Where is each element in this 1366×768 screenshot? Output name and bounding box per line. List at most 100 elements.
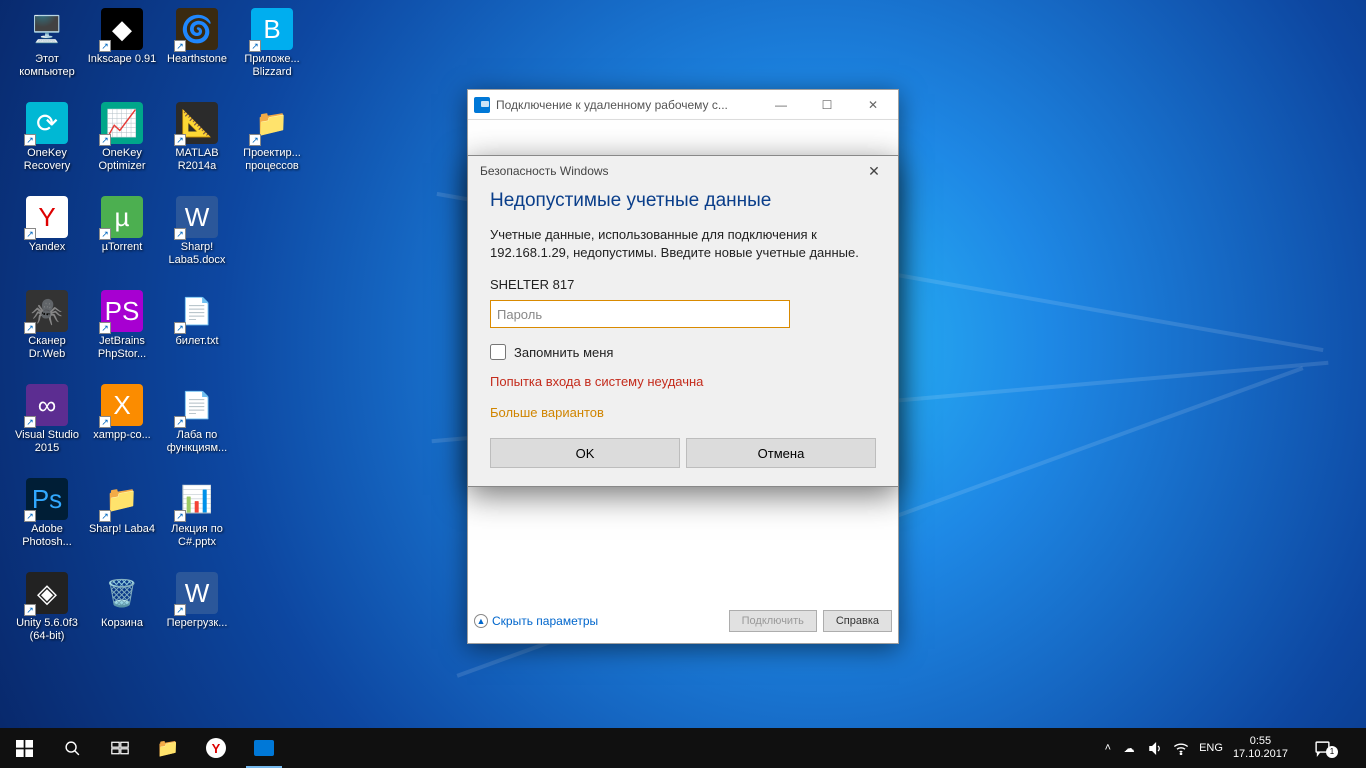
clock-date: 17.10.2017 <box>1233 748 1288 761</box>
taskbar-app-explorer[interactable]: 📁 <box>144 728 192 768</box>
start-button[interactable] <box>0 728 48 768</box>
icon-label: Yandex <box>10 241 84 254</box>
icon-label: Перегрузк... <box>160 617 234 630</box>
cred-description: Учетные данные, использованные для подкл… <box>490 226 876 261</box>
taskbar: 📁 Y ˄ ☁ ENG 0:55 17.10.2017 1 <box>0 728 1366 768</box>
icon-label: Сканер Dr.Web <box>10 335 84 360</box>
ok-button[interactable]: OK <box>490 438 680 468</box>
desktop-icon[interactable]: 🕷️↗Сканер Dr.Web <box>10 290 84 360</box>
app-icon: 🗑️ <box>101 572 143 614</box>
app-icon: PS↗ <box>101 290 143 332</box>
shortcut-arrow-icon: ↗ <box>99 510 111 522</box>
rdp-title-text: Подключение к удаленному рабочему с... <box>496 98 758 112</box>
desktop-icon[interactable]: 📈↗ OneKey Optimizer <box>85 102 159 172</box>
hide-params-link[interactable]: ▲ Скрыть параметры <box>474 614 598 628</box>
icon-label: Приложе... Blizzard <box>235 53 309 78</box>
shortcut-arrow-icon: ↗ <box>174 40 186 52</box>
desktop-icon[interactable]: X↗xampp-co... <box>85 384 159 442</box>
icon-label: Sharp! Laba4 <box>85 523 159 536</box>
volume-icon[interactable] <box>1147 740 1163 756</box>
action-center-button[interactable]: 1 <box>1298 740 1346 757</box>
desktop-icon[interactable]: 📁↗Проектир... процессов <box>235 102 309 172</box>
desktop-icon[interactable]: 🖥️Этот компьютер <box>10 8 84 78</box>
shortcut-arrow-icon: ↗ <box>99 40 111 52</box>
notification-badge: 1 <box>1326 746 1338 758</box>
taskbar-app-yandex[interactable]: Y <box>192 728 240 768</box>
folder-icon: 📁 <box>157 738 179 759</box>
connect-button[interactable]: Подключить <box>729 610 817 632</box>
help-button[interactable]: Справка <box>823 610 892 632</box>
desktop-icon[interactable]: Ps↗Adobe Photosh... <box>10 478 84 548</box>
app-icon: 🌀↗ <box>176 8 218 50</box>
cancel-button[interactable]: Отмена <box>686 438 876 468</box>
desktop-icon[interactable]: ◈↗Unity 5.6.0f3 (64-bit) <box>10 572 84 642</box>
task-view-button[interactable] <box>96 728 144 768</box>
desktop-icon[interactable]: 📄↗билет.txt <box>160 290 234 348</box>
desktop-icon[interactable]: ⟳↗OneKey Recovery <box>10 102 84 172</box>
shortcut-arrow-icon: ↗ <box>24 510 36 522</box>
desktop-icon[interactable]: 📄↗Лаба по функциям... <box>160 384 234 454</box>
shortcut-arrow-icon: ↗ <box>174 134 186 146</box>
language-indicator[interactable]: ENG <box>1199 742 1223 754</box>
shortcut-arrow-icon: ↗ <box>24 322 36 334</box>
desktop-icon[interactable]: 📐↗MATLAB R2014a <box>160 102 234 172</box>
app-icon: 🖥️ <box>26 8 68 50</box>
icon-label: Проектир... процессов <box>235 147 309 172</box>
shortcut-arrow-icon: ↗ <box>99 322 111 334</box>
desktop-icon[interactable]: W↗Sharp! Laba5.docx <box>160 196 234 266</box>
app-icon: W↗ <box>176 572 218 614</box>
desktop-icon[interactable]: 🗑️Корзина <box>85 572 159 630</box>
shortcut-arrow-icon: ↗ <box>249 134 261 146</box>
password-input[interactable] <box>490 300 790 328</box>
cred-titlebar[interactable]: Безопасность Windows ✕ <box>468 156 898 186</box>
onedrive-icon[interactable]: ☁ <box>1121 740 1137 756</box>
icon-label: xampp-co... <box>85 429 159 442</box>
chevron-up-icon: ▲ <box>474 614 488 628</box>
app-icon: W↗ <box>176 196 218 238</box>
app-icon: 📁↗ <box>101 478 143 520</box>
shortcut-arrow-icon: ↗ <box>174 416 186 428</box>
desktop-icon[interactable]: µ↗µTorrent <box>85 196 159 254</box>
wifi-icon[interactable] <box>1173 740 1189 756</box>
remember-checkbox[interactable] <box>490 344 506 360</box>
desktop-icon[interactable]: 🌀↗Hearthstone <box>160 8 234 66</box>
login-error: Попытка входа в систему неудачна <box>490 374 876 389</box>
close-button[interactable]: ✕ <box>852 157 896 185</box>
desktop-icon[interactable]: Y↗Yandex <box>10 196 84 254</box>
cred-username: SHELTER 817 <box>490 277 876 292</box>
shortcut-arrow-icon: ↗ <box>249 40 261 52</box>
close-button[interactable]: ✕ <box>850 91 896 119</box>
cred-titlebar-text: Безопасность Windows <box>480 164 852 178</box>
more-options-link[interactable]: Больше вариантов <box>490 405 876 420</box>
yandex-icon: Y <box>206 738 226 758</box>
search-button[interactable] <box>48 728 96 768</box>
rdp-titlebar[interactable]: Подключение к удаленному рабочему с... —… <box>468 90 898 120</box>
icon-label: Adobe Photosh... <box>10 523 84 548</box>
remember-label: Запомнить меня <box>514 345 613 360</box>
remember-me[interactable]: Запомнить меня <box>490 344 876 360</box>
desktop-icon[interactable]: PS↗ JetBrains PhpStor... <box>85 290 159 360</box>
hide-params-label: Скрыть параметры <box>492 614 598 628</box>
cred-heading: Недопустимые учетные данные <box>490 190 876 212</box>
icon-label: OneKey Optimizer <box>85 147 159 172</box>
desktop-icon[interactable]: B↗ Приложе... Blizzard <box>235 8 309 78</box>
taskbar-app-rdp[interactable] <box>240 728 288 768</box>
icon-label: MATLAB R2014a <box>160 147 234 172</box>
shortcut-arrow-icon: ↗ <box>174 228 186 240</box>
app-icon: 📄↗ <box>176 384 218 426</box>
desktop-icon[interactable]: ∞↗Visual Studio 2015 <box>10 384 84 454</box>
clock[interactable]: 0:55 17.10.2017 <box>1233 735 1288 761</box>
icon-label: JetBrains PhpStor... <box>85 335 159 360</box>
app-icon: ∞↗ <box>26 384 68 426</box>
desktop-icon[interactable]: ◆↗Inkscape 0.91 <box>85 8 159 66</box>
app-icon: 📈↗ <box>101 102 143 144</box>
rdp-icon <box>474 97 490 113</box>
icon-label: билет.txt <box>160 335 234 348</box>
tray-overflow-button[interactable]: ˄ <box>1105 742 1111 754</box>
minimize-button[interactable]: — <box>758 91 804 119</box>
maximize-button[interactable]: ☐ <box>804 91 850 119</box>
app-icon: B↗ <box>251 8 293 50</box>
desktop-icon[interactable]: W↗ Перегрузк... <box>160 572 234 630</box>
desktop-icon[interactable]: 📊↗Лекция по C#.pptx <box>160 478 234 548</box>
desktop-icon[interactable]: 📁↗ Sharp! Laba4 <box>85 478 159 536</box>
